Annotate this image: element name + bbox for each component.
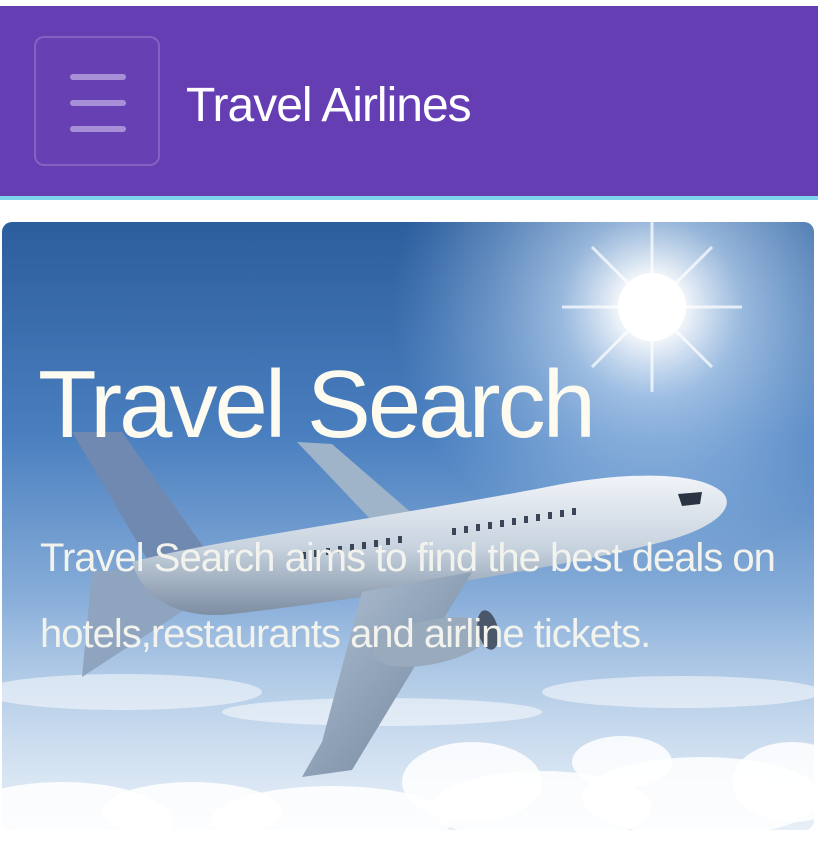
navbar-brand[interactable]: Travel Airlines bbox=[186, 76, 472, 136]
navbar: Travel Airlines bbox=[0, 6, 818, 200]
menu-toggle-button[interactable] bbox=[34, 36, 160, 166]
hero-banner: Travel Search Travel Search aims to find… bbox=[2, 222, 814, 830]
hero-title: Travel Search bbox=[38, 351, 596, 458]
page: Travel Airlines Travel Search Travel Sea… bbox=[0, 0, 822, 844]
hero-description: Travel Search aims to find the best deal… bbox=[40, 536, 776, 656]
